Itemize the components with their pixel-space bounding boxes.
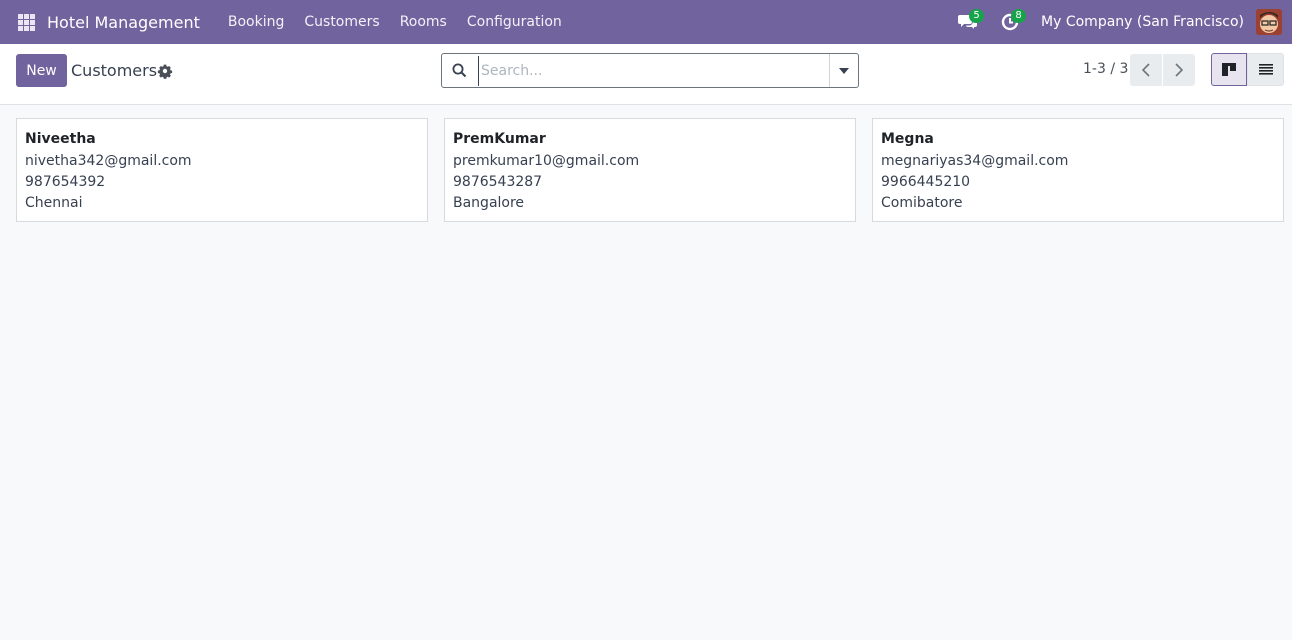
activities-badge: 8 bbox=[1011, 9, 1027, 23]
messages-button[interactable]: 5 bbox=[953, 0, 985, 44]
activities-button[interactable]: 8 bbox=[995, 0, 1027, 44]
caret-down-icon bbox=[839, 67, 849, 74]
company-switcher[interactable]: My Company (San Francisco) bbox=[1041, 14, 1244, 30]
kanban-view: Niveetha nivetha342@gmail.com 987654392 … bbox=[16, 118, 1284, 222]
apps-grid-icon bbox=[17, 13, 35, 31]
customer-phone: 987654392 bbox=[25, 174, 106, 190]
user-avatar[interactable] bbox=[1256, 9, 1282, 35]
customer-city: Comibatore bbox=[881, 195, 963, 211]
customer-name: Niveetha bbox=[25, 131, 96, 147]
kanban-view-button[interactable] bbox=[1211, 53, 1247, 86]
chevron-left-icon bbox=[1142, 63, 1150, 77]
customer-card[interactable]: Niveetha nivetha342@gmail.com 987654392 … bbox=[16, 118, 428, 222]
customer-card[interactable]: PremKumar premkumar10@gmail.com 98765432… bbox=[444, 118, 856, 222]
menu-booking[interactable]: Booking bbox=[218, 0, 295, 44]
messages-badge: 5 bbox=[969, 9, 985, 23]
search-options-toggle[interactable] bbox=[829, 54, 858, 87]
list-view-icon bbox=[1258, 64, 1273, 75]
customer-phone: 9876543287 bbox=[453, 174, 543, 190]
search-icon bbox=[442, 54, 476, 87]
kanban-view-icon bbox=[1222, 63, 1236, 76]
gear-icon[interactable] bbox=[157, 63, 173, 79]
pager-value[interactable]: 1-3 / 3 bbox=[1083, 61, 1128, 77]
top-navbar: Hotel Management Booking Customers Rooms… bbox=[0, 0, 1292, 44]
customer-name: PremKumar bbox=[453, 131, 546, 147]
control-panel: New Customers 1-3 / 3 bbox=[0, 44, 1292, 105]
menu-customers[interactable]: Customers bbox=[294, 0, 389, 44]
search-bar bbox=[441, 53, 859, 88]
customer-city: Chennai bbox=[25, 195, 83, 211]
customer-email: premkumar10@gmail.com bbox=[453, 153, 640, 169]
customer-city: Bangalore bbox=[453, 195, 525, 211]
systray: 5 8 My Company (San Francisco) bbox=[953, 0, 1292, 44]
customer-name: Megna bbox=[881, 131, 934, 147]
customer-card[interactable]: Megna megnariyas34@gmail.com 9966445210 … bbox=[872, 118, 1284, 222]
search-input[interactable] bbox=[478, 55, 829, 86]
customer-email: nivetha342@gmail.com bbox=[25, 153, 192, 169]
page-title: Customers bbox=[71, 61, 158, 80]
apps-menu-button[interactable] bbox=[8, 0, 44, 44]
list-view-button[interactable] bbox=[1247, 53, 1284, 86]
pager-previous-button[interactable] bbox=[1130, 54, 1162, 86]
menu-rooms[interactable]: Rooms bbox=[390, 0, 457, 44]
chevron-right-icon bbox=[1175, 63, 1183, 77]
customer-email: megnariyas34@gmail.com bbox=[881, 153, 1069, 169]
pager-next-button[interactable] bbox=[1163, 54, 1195, 86]
new-button[interactable]: New bbox=[16, 54, 67, 87]
menu-configuration[interactable]: Configuration bbox=[457, 0, 572, 44]
app-brand[interactable]: Hotel Management bbox=[47, 13, 208, 32]
customer-phone: 9966445210 bbox=[881, 174, 971, 190]
